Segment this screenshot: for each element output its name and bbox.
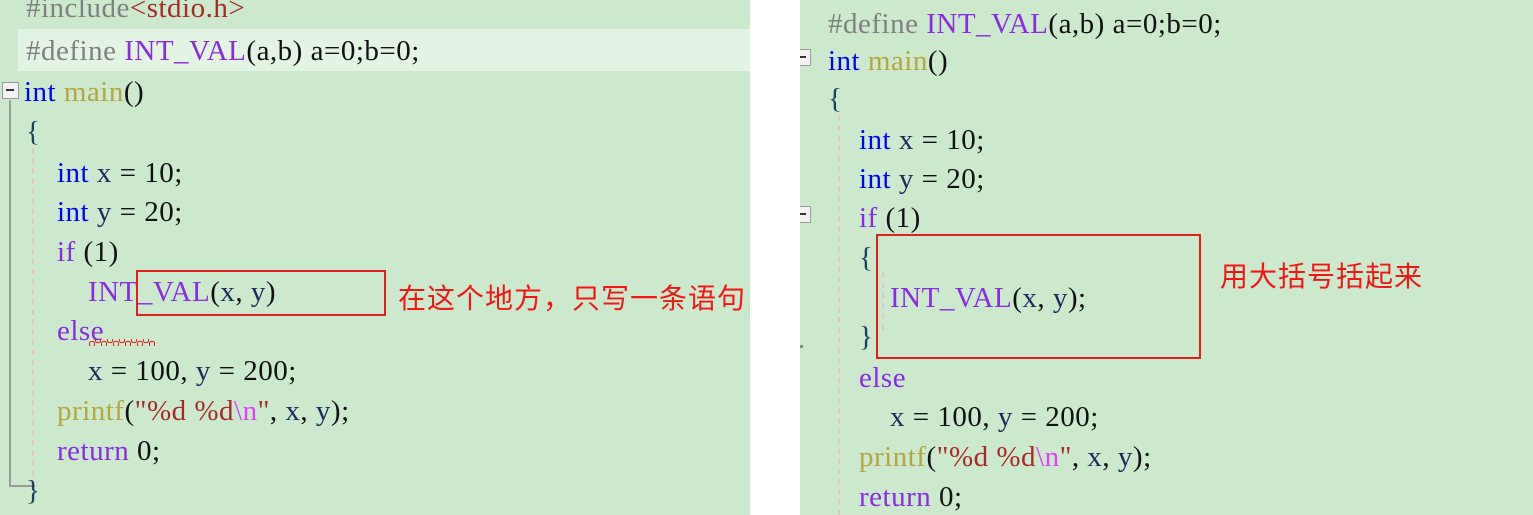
code-line-include: #include<stdio.h> xyxy=(26,0,246,24)
code-line-open-brace: { xyxy=(828,83,843,115)
code-line-int-y: int y = 20; xyxy=(828,163,985,195)
annotation-label-single-statement: 在这个地方，只写一条语句 xyxy=(398,284,747,315)
code-line-block-close: } xyxy=(828,321,874,353)
code-line-if: if (1) xyxy=(26,236,119,268)
code-line-define: #define INT_VAL(a,b) a=0;b=0; xyxy=(26,35,420,67)
code-line-if: if (1) xyxy=(828,202,921,234)
code-line-else-body: x = 100, y = 200; xyxy=(26,355,297,387)
code-line-else: else xyxy=(828,362,907,394)
after-fix-code-panel[interactable]: #define INT_VAL(a,b) a=0;b=0; int main()… xyxy=(800,0,1533,515)
fold-marker-icon-if-block[interactable] xyxy=(800,206,811,223)
code-line-close-brace: } xyxy=(26,475,41,507)
code-line-main: int main() xyxy=(828,45,949,77)
code-line-int-x: int x = 10; xyxy=(828,124,985,156)
code-line-main: int main() xyxy=(24,76,145,108)
fold-scope-line xyxy=(9,100,11,486)
fold-marker-icon-main[interactable] xyxy=(800,49,811,66)
fold-scope-dash xyxy=(800,345,803,348)
code-line-return: return 0; xyxy=(26,435,161,467)
code-line-define: #define INT_VAL(a,b) a=0;b=0; xyxy=(828,8,1222,40)
before-fix-code-panel[interactable]: #include<stdio.h> #define INT_VAL(a,b) a… xyxy=(0,0,750,515)
code-line-printf: printf("%d %d\n", x, y); xyxy=(26,395,350,427)
annotation-label-braces: 用大括号括起来 xyxy=(1220,262,1424,293)
code-line-printf: printf("%d %d\n", x, y); xyxy=(828,441,1152,473)
error-squiggle-underline xyxy=(89,339,155,346)
code-line-int-y: int y = 20; xyxy=(26,196,183,228)
code-line-open-brace: { xyxy=(26,116,41,148)
fold-marker-icon-main[interactable] xyxy=(2,82,19,99)
code-line-int-x: int x = 10; xyxy=(26,157,183,189)
screenshot-root: #include<stdio.h> #define INT_VAL(a,b) a… xyxy=(0,0,1533,515)
annotation-box-braces xyxy=(876,234,1201,359)
annotation-box-single-statement xyxy=(136,270,386,316)
code-line-return: return 0; xyxy=(828,481,963,513)
code-line-block-open: { xyxy=(828,242,874,274)
code-line-else-body: x = 100, y = 200; xyxy=(828,401,1099,433)
